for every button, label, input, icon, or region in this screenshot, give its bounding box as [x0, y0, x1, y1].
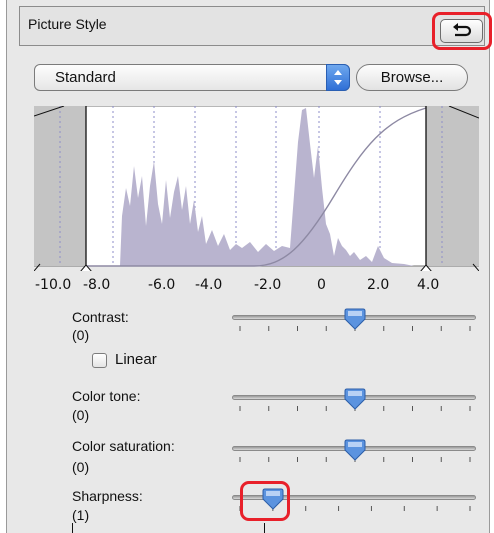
panel-title: Picture Style [28, 16, 107, 32]
guide-line [264, 523, 265, 533]
axis-label-4: -4.0 [195, 277, 223, 293]
guide-line [72, 523, 73, 533]
browse-button[interactable]: Browse... [356, 64, 468, 91]
contrast-value: (0) [72, 327, 90, 343]
contrast-slider[interactable] [232, 308, 478, 341]
color-tone-label: Color tone: [72, 388, 141, 404]
axis-label-8: 4.0 [417, 277, 440, 293]
sharpness-highlight [240, 481, 290, 521]
slider-thumb[interactable] [344, 438, 366, 464]
linear-label: Linear [115, 351, 157, 368]
picture-style-select[interactable]: Standard [34, 64, 350, 91]
select-arrows-icon [326, 64, 350, 91]
color-tone-slider[interactable] [232, 388, 478, 421]
color-tone-value: (0) [72, 407, 90, 423]
tone-histogram [34, 106, 479, 271]
axis-label-3: -6.0 [148, 277, 176, 293]
axis-label-2: -8.0 [83, 277, 111, 293]
reset-highlight [432, 12, 492, 50]
contrast-label: Contrast: [72, 309, 129, 325]
color-saturation-slider[interactable] [232, 439, 478, 472]
color-saturation-value: (0) [72, 459, 90, 475]
axis-label-7: 2.0 [367, 277, 390, 293]
slider-thumb[interactable] [344, 387, 366, 413]
sharpness-value: (1) [72, 507, 90, 523]
linear-checkbox[interactable] [92, 353, 107, 368]
panel-header: Picture Style [19, 6, 485, 46]
axis-label-1: -10.0 [35, 277, 72, 293]
picture-style-selected: Standard [55, 69, 116, 86]
axis-label-5: -2.0 [254, 277, 282, 293]
highlight-clip-area [426, 106, 479, 266]
color-saturation-label: Color saturation: [72, 438, 175, 454]
axis-label-6: 0 [317, 277, 326, 293]
slider-thumb[interactable] [344, 307, 366, 333]
sharpness-label: Sharpness: [72, 488, 143, 504]
